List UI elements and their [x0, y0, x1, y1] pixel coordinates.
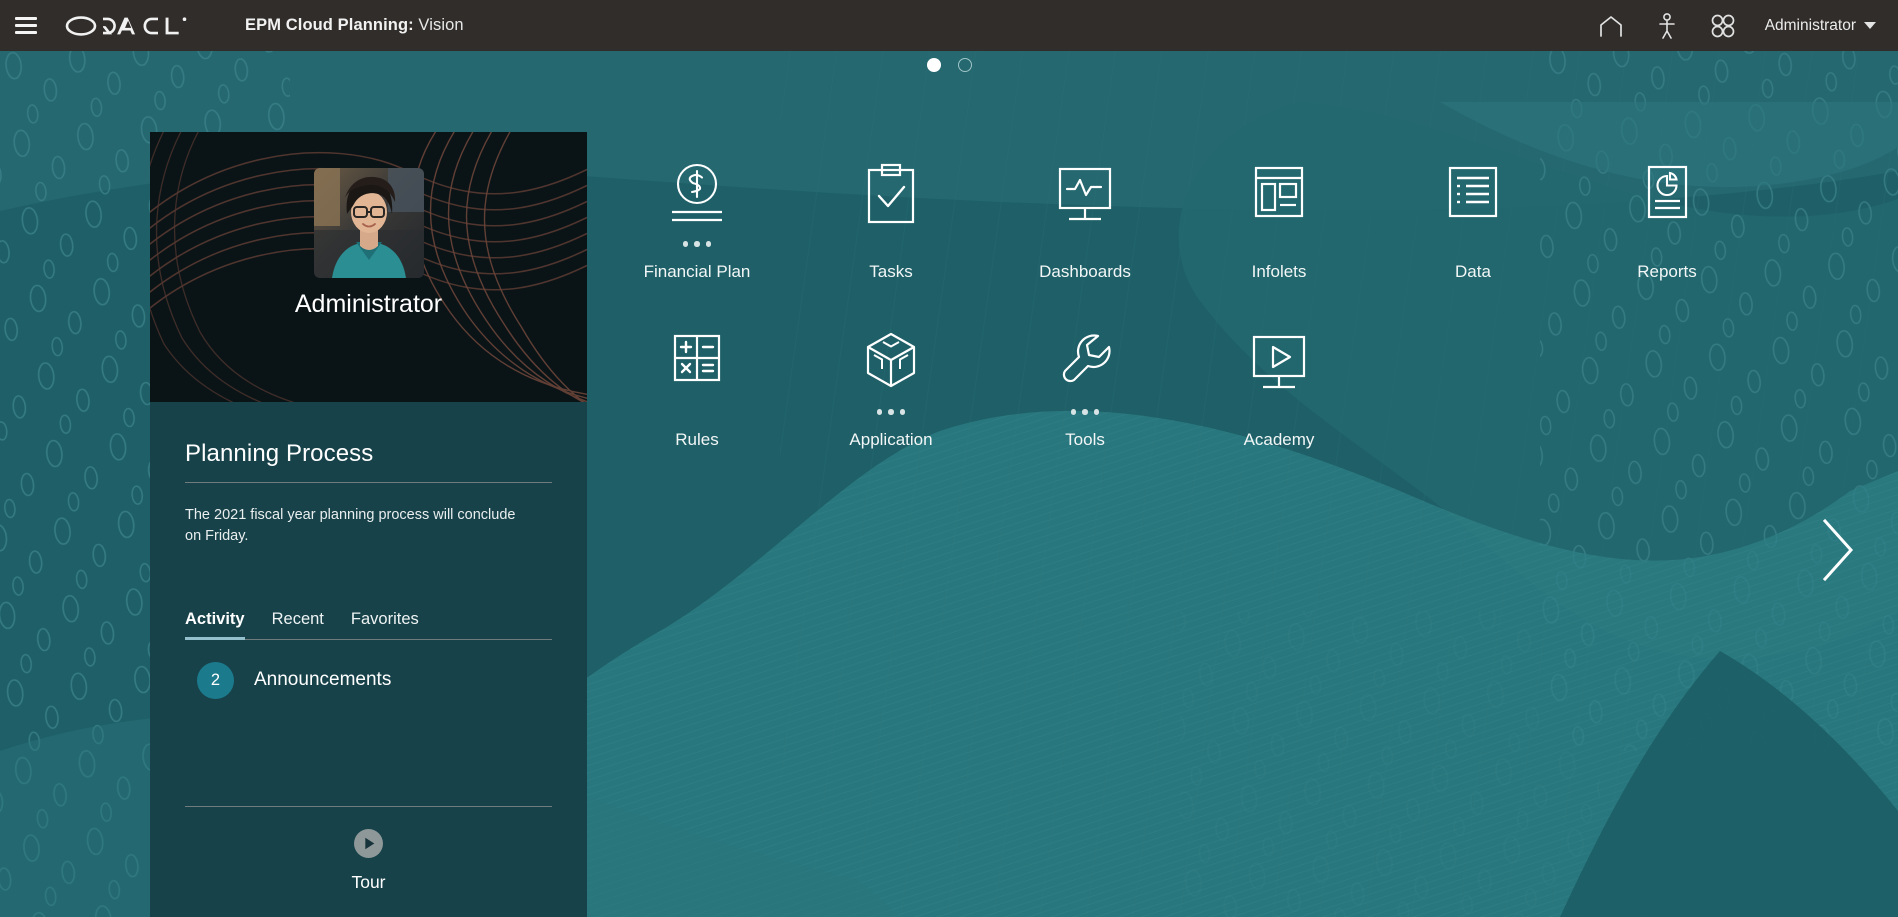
tile-label: Reports — [1637, 262, 1697, 282]
page-indicator — [0, 58, 1898, 72]
tile-tools[interactable]: Tools — [988, 330, 1182, 450]
avatar-name: Administrator — [150, 290, 587, 319]
page-dot-2[interactable] — [958, 58, 972, 72]
card-tabs: Activity Recent Favorites — [185, 610, 552, 640]
report-pie-document-icon — [1636, 162, 1698, 254]
home-icon[interactable] — [1583, 0, 1639, 51]
app-title: EPM Cloud Planning: Vision — [245, 16, 464, 35]
hamburger-menu-icon[interactable] — [0, 0, 52, 51]
global-header: EPM Cloud Planning: Vision Administrato — [0, 0, 1898, 51]
announcements-label: Announcements — [254, 669, 391, 691]
tile-academy[interactable]: Academy — [1182, 330, 1376, 450]
page-dot-1[interactable] — [927, 58, 941, 72]
tile-overflow-dots[interactable] — [1071, 409, 1100, 415]
monitor-chart-icon — [1052, 162, 1118, 254]
tile-overflow-dots[interactable] — [683, 241, 712, 247]
title-divider — [185, 482, 552, 483]
tile-financial-plan[interactable]: Financial Plan — [600, 162, 794, 282]
play-circle-icon — [354, 829, 383, 863]
tab-favorites[interactable]: Favorites — [351, 610, 419, 640]
tour-button[interactable]: Tour — [185, 829, 552, 893]
avatar — [314, 168, 424, 278]
navigation-tile-grid: Financial Plan Tasks Dashboards — [600, 162, 1650, 450]
tile-label: Rules — [675, 430, 718, 450]
clipboard-check-icon — [860, 162, 922, 254]
tile-label: Application — [849, 430, 932, 450]
window-panels-icon — [1248, 162, 1310, 254]
tile-data[interactable]: Data — [1376, 162, 1570, 282]
tile-label: Tasks — [869, 262, 912, 282]
tab-activity[interactable]: Activity — [185, 610, 245, 640]
tile-label: Academy — [1244, 430, 1315, 450]
status-badge: 2 — [197, 662, 234, 699]
app-instance: Vision — [418, 16, 463, 34]
calculator-operators-icon — [666, 330, 728, 422]
tile-overflow-dots[interactable] — [877, 409, 906, 415]
data-grid-icon — [1442, 162, 1504, 254]
monitor-play-icon — [1246, 330, 1312, 422]
tile-rules[interactable]: Rules — [600, 330, 794, 450]
user-info-card: Administrator Planning Process The 2021 … — [150, 132, 587, 917]
tile-label: Infolets — [1252, 262, 1307, 282]
tile-tasks[interactable]: Tasks — [794, 162, 988, 282]
tile-dashboards[interactable]: Dashboards — [988, 162, 1182, 282]
tile-reports[interactable]: Reports — [1570, 162, 1764, 282]
app-name: EPM Cloud Planning: — [245, 16, 414, 34]
process-description: The 2021 fiscal year planning process wi… — [185, 505, 530, 548]
tile-application[interactable]: Application — [794, 330, 988, 450]
tab-recent[interactable]: Recent — [272, 610, 324, 640]
accessibility-icon[interactable] — [1639, 0, 1695, 51]
user-menu[interactable]: Administrator — [1751, 0, 1884, 51]
oracle-logo — [65, 15, 187, 37]
next-page-chevron-icon[interactable] — [1815, 515, 1861, 585]
tour-label: Tour — [351, 872, 385, 893]
card-header: Administrator — [150, 132, 587, 402]
tile-label: Financial Plan — [644, 262, 751, 282]
tile-infolets[interactable]: Infolets — [1182, 162, 1376, 282]
wrench-icon — [1054, 330, 1116, 422]
user-name: Administrator — [1765, 17, 1856, 35]
chevron-down-icon — [1864, 22, 1876, 29]
card-footer: Tour — [185, 806, 552, 893]
cube-icon — [860, 330, 922, 422]
header-actions: Administrator — [1583, 0, 1898, 51]
tile-label: Dashboards — [1039, 262, 1131, 282]
app-switcher-icon[interactable] — [1695, 0, 1751, 51]
tile-label: Data — [1455, 262, 1491, 282]
tile-label: Tools — [1065, 430, 1105, 450]
footer-divider — [185, 806, 552, 807]
process-title: Planning Process — [185, 440, 552, 468]
list-item-announcements[interactable]: 2 Announcements — [185, 662, 552, 699]
dollar-circle-ledger-icon — [666, 162, 728, 254]
card-body: Planning Process The 2021 fiscal year pl… — [150, 440, 587, 699]
